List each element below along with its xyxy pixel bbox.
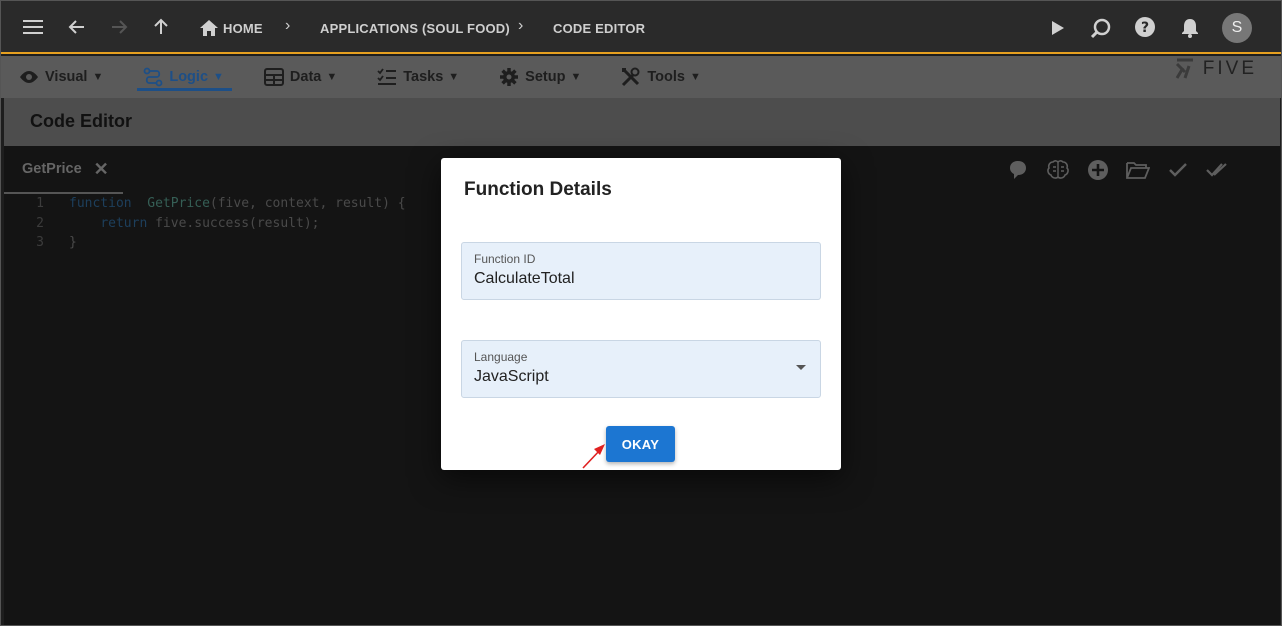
check-icon[interactable] bbox=[1166, 158, 1190, 182]
code-line: 2 return five.success(result); bbox=[4, 214, 406, 234]
code-token: } bbox=[69, 235, 77, 250]
home-icon[interactable] bbox=[197, 16, 221, 40]
code-line-content: } bbox=[44, 233, 77, 253]
five-logo: FIVE bbox=[1175, 58, 1257, 80]
code-token: function bbox=[69, 196, 132, 211]
code-token: (five, context, result) { bbox=[209, 196, 406, 211]
code-token: return bbox=[100, 215, 148, 231]
dialog-title: Function Details bbox=[464, 179, 612, 200]
editor-tab-getprice[interactable]: GetPrice ✕ bbox=[4, 146, 123, 194]
eye-icon bbox=[19, 67, 39, 87]
caret-down-icon: ▼ bbox=[326, 71, 338, 83]
language-value: JavaScript bbox=[474, 368, 549, 385]
menu-setup-label: Setup bbox=[525, 69, 566, 85]
code-line-content: return five.success(result); bbox=[44, 214, 319, 234]
caret-down-icon: ▼ bbox=[213, 71, 224, 83]
breadcrumb-home[interactable]: HOME bbox=[223, 21, 263, 36]
app-window: HOME › APPLICATIONS (SOUL FOOD) › CODE E… bbox=[0, 0, 1282, 626]
help-bubble-icon[interactable] bbox=[1006, 158, 1030, 182]
line-number: 3 bbox=[36, 235, 44, 250]
breadcrumb-applications[interactable]: APPLICATIONS (SOUL FOOD) bbox=[320, 21, 510, 36]
add-circle-icon[interactable] bbox=[1086, 158, 1110, 182]
caret-down-icon: ▼ bbox=[448, 71, 460, 83]
play-icon[interactable] bbox=[1046, 16, 1070, 40]
back-arrow-icon[interactable] bbox=[65, 15, 89, 39]
function-id-label: Function ID bbox=[474, 252, 536, 266]
menu-setup[interactable]: Setup ▼ bbox=[499, 56, 581, 98]
menu-tools[interactable]: Tools ▼ bbox=[621, 56, 701, 98]
okay-button[interactable]: OKAY bbox=[606, 426, 675, 462]
chevron-right-icon: › bbox=[285, 17, 291, 34]
folder-open-icon[interactable] bbox=[1126, 158, 1150, 182]
tasks-icon bbox=[377, 67, 397, 87]
bell-icon[interactable] bbox=[1178, 16, 1202, 40]
menu-data-label: Data bbox=[289, 69, 322, 85]
code-token: GetPrice bbox=[147, 196, 210, 211]
tools-icon bbox=[621, 67, 641, 87]
menu-tools-label: Tools bbox=[647, 69, 685, 85]
logo-text: FIVE bbox=[1202, 58, 1257, 79]
menu-data[interactable]: Data ▼ bbox=[263, 56, 338, 98]
caret-down-icon: ▼ bbox=[689, 71, 701, 83]
caret-down-icon: ▼ bbox=[570, 71, 582, 83]
close-icon[interactable]: ✕ bbox=[94, 159, 109, 180]
menu-tasks[interactable]: Tasks ▼ bbox=[377, 56, 459, 98]
chevron-right-icon: › bbox=[518, 17, 524, 34]
search-icon[interactable] bbox=[1089, 16, 1113, 40]
up-arrow-icon[interactable] bbox=[149, 15, 173, 39]
caret-down-icon: ▼ bbox=[92, 71, 104, 83]
menu-logic-label: Logic bbox=[169, 69, 209, 85]
line-number: 2 bbox=[36, 215, 44, 231]
code-token: five.success(result); bbox=[147, 215, 320, 231]
editor-tab-label: GetPrice bbox=[22, 161, 82, 177]
help-icon[interactable]: ? bbox=[1133, 15, 1157, 39]
table-icon bbox=[263, 67, 284, 87]
code-line: 3 } bbox=[4, 233, 406, 253]
line-number: 1 bbox=[36, 196, 44, 211]
annotation-arrow-icon bbox=[582, 444, 605, 469]
brain-icon[interactable] bbox=[1046, 158, 1070, 182]
page-title: Code Editor bbox=[30, 111, 132, 131]
gear-icon bbox=[499, 67, 519, 87]
top-bar: HOME › APPLICATIONS (SOUL FOOD) › CODE E… bbox=[1, 1, 1281, 54]
code-area[interactable]: 1 function GetPrice(five, context, resul… bbox=[4, 194, 406, 253]
menu-visual[interactable]: Visual ▼ bbox=[19, 56, 103, 98]
menu-visual-label: Visual bbox=[45, 69, 88, 85]
forward-arrow-icon[interactable] bbox=[107, 15, 131, 39]
language-select[interactable]: Language JavaScript bbox=[461, 340, 821, 398]
avatar[interactable]: S bbox=[1222, 13, 1252, 43]
language-label: Language bbox=[474, 350, 528, 364]
menu-logic[interactable]: Logic ▼ bbox=[137, 56, 232, 98]
double-check-icon[interactable] bbox=[1206, 158, 1230, 182]
function-id-field[interactable]: Function ID CalculateTotal bbox=[461, 242, 821, 300]
function-id-value: CalculateTotal bbox=[474, 270, 575, 287]
code-line-content: function GetPrice(five, context, result)… bbox=[44, 194, 406, 214]
page-header: Code Editor bbox=[4, 98, 1280, 146]
svg-text:?: ? bbox=[1141, 20, 1149, 36]
logic-icon bbox=[143, 67, 163, 87]
main-menu-bar: Visual ▼ Logic ▼ Data ▼ Tasks ▼ Setup ▼ … bbox=[1, 56, 1281, 98]
menu-icon[interactable] bbox=[21, 15, 45, 39]
dropdown-arrow-icon[interactable] bbox=[796, 365, 806, 370]
breadcrumb-code-editor[interactable]: CODE EDITOR bbox=[553, 21, 645, 36]
menu-tasks-label: Tasks bbox=[403, 69, 444, 85]
code-line: 1 function GetPrice(five, context, resul… bbox=[4, 194, 406, 214]
function-details-dialog: Function Details Function ID CalculateTo… bbox=[441, 158, 841, 470]
editor-toolbar bbox=[990, 158, 1230, 182]
